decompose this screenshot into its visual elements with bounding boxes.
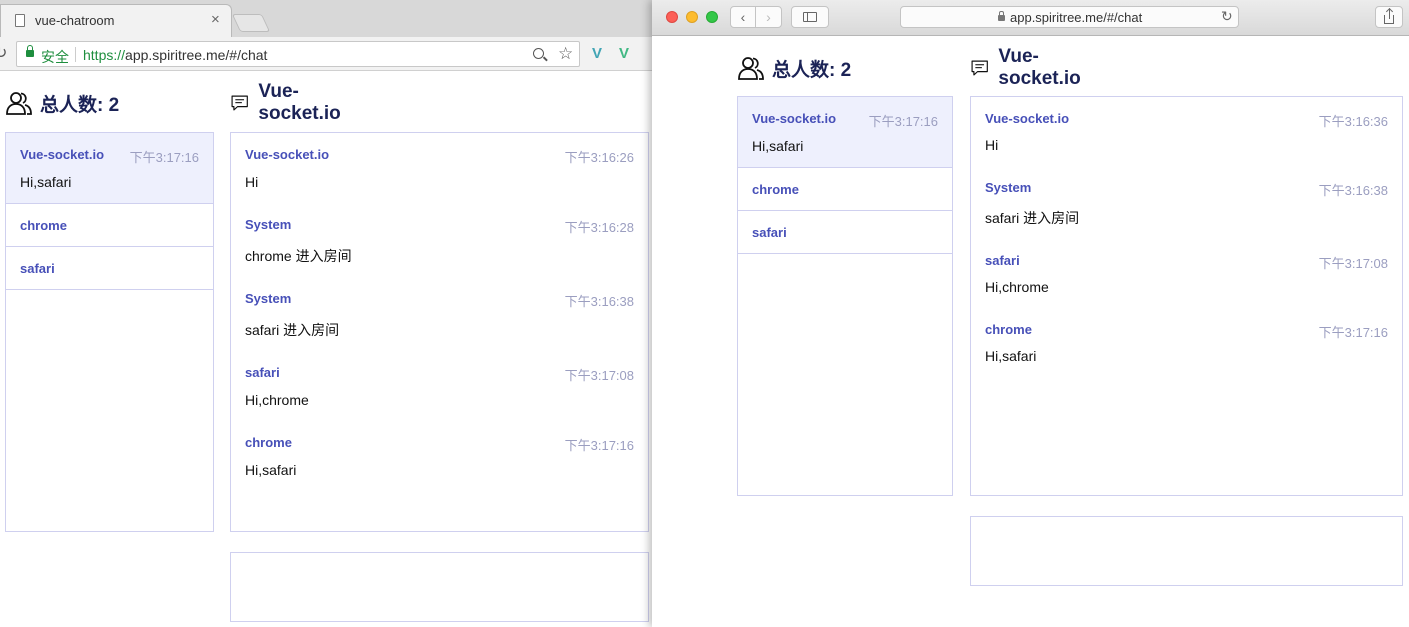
navigation-buttons: ‹ › xyxy=(730,6,782,28)
message-input[interactable] xyxy=(970,516,1403,586)
last-message: Hi,safari xyxy=(20,174,72,190)
vue-devtools-icon[interactable]: V xyxy=(619,45,629,62)
user-count-title: 总人数: 2 xyxy=(40,94,120,116)
bookmark-star-icon[interactable]: ☆ xyxy=(558,44,573,64)
message-text: Hi xyxy=(985,137,999,153)
share-icon xyxy=(1384,9,1394,24)
message-time: 下午3:16:28 xyxy=(564,220,634,235)
chat-bubble-icon xyxy=(231,95,248,111)
user-count-title: 总人数: 2 xyxy=(772,59,852,81)
message-text: chrome 进入房间 xyxy=(245,248,352,264)
message-time: 下午3:17:08 xyxy=(1318,256,1388,271)
message-input[interactable] xyxy=(230,552,649,622)
user-list-item[interactable]: Vue-socket.io 下午3:17:16 Hi,safari xyxy=(6,133,213,204)
last-message-time: 下午3:17:16 xyxy=(868,114,938,129)
chat-header: Vue-socket.io xyxy=(231,81,347,124)
message-time: 下午3:16:38 xyxy=(1318,183,1388,198)
message-sender: System xyxy=(245,291,292,306)
message-text: safari 进入房间 xyxy=(245,322,340,338)
user-name: safari xyxy=(752,225,787,240)
address-bar[interactable]: 安全 https://app.spiritree.me/#/chat ☆ xyxy=(16,41,580,67)
url-path: app.spiritree.me/#/chat xyxy=(125,47,268,63)
divider xyxy=(75,47,76,62)
room-title: Vue-socket.io xyxy=(258,81,341,124)
extension-icon[interactable]: V xyxy=(592,45,602,62)
message-sender: System xyxy=(985,180,1032,195)
user-name: safari xyxy=(20,261,55,276)
url-text[interactable]: https://app.spiritree.me/#/chat xyxy=(83,47,267,63)
chrome-tab[interactable]: vue-chatroom × xyxy=(0,4,232,37)
users-header: 总人数: 2 xyxy=(5,86,215,120)
message-sender: safari xyxy=(245,365,280,380)
reload-icon[interactable]: ↻ xyxy=(0,43,7,63)
message-sender: chrome xyxy=(245,435,292,450)
chat-header: Vue-socket.io xyxy=(971,46,1087,89)
back-button[interactable]: ‹ xyxy=(731,7,756,27)
chrome-tab-strip: vue-chatroom × xyxy=(0,0,652,37)
message-text: Hi xyxy=(245,174,259,190)
sidebar-icon xyxy=(803,12,817,22)
user-name: chrome xyxy=(752,182,799,197)
message-time: 下午3:16:26 xyxy=(564,150,634,165)
message-text: Hi,safari xyxy=(985,348,1037,364)
user-name: chrome xyxy=(20,218,67,233)
chrome-toolbar: ↻ 安全 https://app.spiritree.me/#/chat ☆ V… xyxy=(0,37,652,71)
message-sender: chrome xyxy=(985,322,1032,337)
message-sender: System xyxy=(245,217,292,232)
lock-icon xyxy=(26,45,34,57)
zoom-window-button[interactable] xyxy=(706,11,718,23)
chat-bubble-icon xyxy=(971,60,988,76)
reload-icon[interactable]: ↻ xyxy=(1221,8,1233,25)
message-time: 下午3:17:16 xyxy=(564,438,634,453)
message-sender: Vue-socket.io xyxy=(985,111,1070,126)
address-bar[interactable]: app.spiritree.me/#/chat ↻ xyxy=(900,6,1239,28)
chrome-window: vue-chatroom × ↻ 安全 https://app.spiritre… xyxy=(0,0,652,627)
message-panel: Vue-socket.io 下午3:16:36 Hi System 下午3:16… xyxy=(970,96,1403,496)
user-list-item[interactable]: chrome xyxy=(738,168,952,211)
message-text: Hi,chrome xyxy=(245,392,309,408)
users-header: 总人数: 2 xyxy=(737,51,952,85)
search-icon[interactable] xyxy=(533,48,544,59)
url-text: app.spiritree.me/#/chat xyxy=(1010,10,1143,25)
chrome-page: 总人数: 2 Vue-socket.io Vue-socket.io 下午3:1… xyxy=(0,72,652,627)
user-name: Vue-socket.io xyxy=(20,147,105,162)
user-list-item[interactable]: safari xyxy=(738,211,952,254)
last-message: Hi,safari xyxy=(752,138,804,154)
user-list-item[interactable]: chrome xyxy=(6,204,213,247)
tab-title: vue-chatroom xyxy=(35,13,115,28)
users-icon xyxy=(6,92,32,115)
page-icon xyxy=(15,14,25,27)
share-button[interactable] xyxy=(1375,6,1403,28)
user-list-item[interactable]: safari xyxy=(6,247,213,290)
user-name: Vue-socket.io xyxy=(752,111,837,126)
new-tab-button[interactable] xyxy=(231,14,271,32)
safari-page: 总人数: 2 Vue-socket.io Vue-socket.io 下午3:1… xyxy=(652,37,1409,627)
message-text: safari 进入房间 xyxy=(985,210,1080,226)
forward-button[interactable]: › xyxy=(756,7,781,27)
message-sender: safari xyxy=(985,253,1020,268)
user-list: Vue-socket.io 下午3:17:16 Hi,safari chrome… xyxy=(737,96,953,496)
minimize-window-button[interactable] xyxy=(686,11,698,23)
message-text: Hi,safari xyxy=(245,462,297,478)
close-tab-icon[interactable]: × xyxy=(211,11,220,28)
close-window-button[interactable] xyxy=(666,11,678,23)
safari-toolbar: ‹ › app.spiritree.me/#/chat ↻ xyxy=(652,0,1409,36)
secure-label: 安全 xyxy=(41,49,69,65)
message-panel: Vue-socket.io 下午3:16:26 Hi System 下午3:16… xyxy=(230,132,649,532)
message-time: 下午3:16:38 xyxy=(564,294,634,309)
message-sender: Vue-socket.io xyxy=(245,147,330,162)
room-title: Vue-socket.io xyxy=(998,46,1081,89)
lock-icon xyxy=(998,11,1005,21)
safari-window: ‹ › app.spiritree.me/#/chat ↻ 总人数: 2 Vue… xyxy=(652,0,1409,627)
message-time: 下午3:16:36 xyxy=(1318,114,1388,129)
last-message-time: 下午3:17:16 xyxy=(129,150,199,165)
message-time: 下午3:17:08 xyxy=(564,368,634,383)
message-text: Hi,chrome xyxy=(985,279,1049,295)
user-list-item[interactable]: Vue-socket.io 下午3:17:16 Hi,safari xyxy=(738,97,952,168)
sidebar-toggle-button[interactable] xyxy=(791,6,829,28)
url-scheme: https:// xyxy=(83,47,126,63)
message-time: 下午3:17:16 xyxy=(1318,325,1388,340)
users-icon xyxy=(738,57,764,80)
user-list: Vue-socket.io 下午3:17:16 Hi,safari chrome… xyxy=(5,132,214,532)
